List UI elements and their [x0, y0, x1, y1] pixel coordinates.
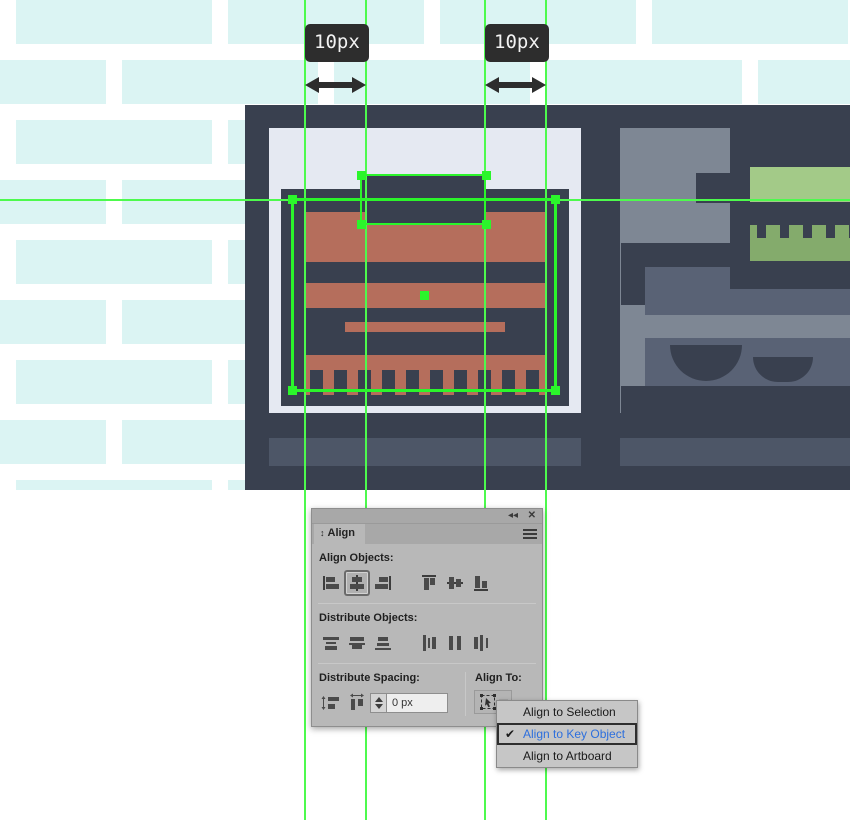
- spacing-value-input[interactable]: 0 px: [386, 693, 448, 713]
- vertical-distribute-spacing-icon: [321, 696, 339, 710]
- align-objects-buttons: [318, 570, 536, 596]
- menu-item-align-to-selection-label: Align to Selection: [523, 705, 616, 719]
- green-box-top: [750, 167, 850, 202]
- green-box-teeth: [750, 225, 850, 238]
- align-panel[interactable]: ◂◂ ✕ ↕ Align Align Objects: Distribute O…: [311, 508, 543, 727]
- distribute-spacing-label: Distribute Spacing:: [319, 672, 420, 684]
- horizontal-align-left-icon: [323, 576, 339, 590]
- brick: [0, 180, 106, 224]
- vertical-align-middle-icon: [447, 577, 463, 589]
- green-box-tooth: [826, 225, 835, 238]
- guide-vertical-4: [545, 0, 547, 820]
- selection-center-point: [420, 291, 429, 300]
- key-object-selection[interactable]: [360, 174, 486, 225]
- tab-align[interactable]: ↕ Align: [314, 524, 365, 544]
- horizontal-distribute-spacing-button[interactable]: [344, 690, 370, 716]
- horizontal-distribute-spacing-icon: [350, 693, 364, 710]
- brick: [16, 360, 212, 404]
- brick: [16, 480, 212, 490]
- brick: [0, 420, 106, 464]
- horizontal-distribute-right-button[interactable]: [468, 630, 494, 656]
- horizontal-distribute-center-icon: [449, 636, 461, 650]
- menu-item-align-to-artboard[interactable]: Align to Artboard: [497, 745, 637, 767]
- stepper-arrows-icon: [374, 697, 383, 709]
- key-object-handle-tr[interactable]: [482, 171, 491, 180]
- brick: [0, 60, 106, 104]
- selection-handle-tr[interactable]: [551, 195, 560, 204]
- selection-handle-bl[interactable]: [288, 386, 297, 395]
- menu-item-align-to-key-object-label: Align to Key Object: [523, 727, 626, 741]
- align-to-key-object-icon: [479, 694, 496, 710]
- section-divider-2: [318, 663, 536, 664]
- collapse-double-chevron-icon[interactable]: ◂◂: [508, 511, 518, 521]
- key-object-handle-br[interactable]: [482, 220, 491, 229]
- key-object-handle-bl[interactable]: [357, 220, 366, 229]
- section-divider-1: [318, 603, 536, 604]
- horizontal-distribute-left-button[interactable]: [416, 630, 442, 656]
- vertical-divider: [465, 672, 466, 716]
- stepper-updown-icon[interactable]: [370, 693, 386, 713]
- horizontal-distribute-right-icon: [474, 635, 488, 651]
- menu-item-align-to-selection[interactable]: Align to Selection: [497, 701, 637, 723]
- brick: [122, 60, 318, 104]
- distribute-objects-buttons: [318, 630, 536, 656]
- vertical-distribute-spacing-button[interactable]: [318, 690, 344, 716]
- menu-item-align-to-artboard-label: Align to Artboard: [523, 749, 612, 763]
- brick: [0, 300, 106, 344]
- selection-handle-tl[interactable]: [288, 195, 297, 204]
- close-icon[interactable]: ✕: [528, 511, 536, 521]
- double-arrow-icon-right: [485, 77, 546, 93]
- align-to-dropdown-menu[interactable]: Align to Selection ✔ Align to Key Object…: [496, 700, 638, 768]
- panel-menu-icon[interactable]: [523, 529, 537, 539]
- key-object-handle-tl[interactable]: [357, 171, 366, 180]
- green-box-tooth: [757, 225, 766, 238]
- panel-tab-bar[interactable]: ↕ Align: [312, 524, 542, 544]
- horizontal-align-left-button[interactable]: [318, 570, 344, 596]
- check-icon-1: ✔: [505, 727, 516, 741]
- vertical-align-bottom-icon: [474, 576, 488, 591]
- cabinet-shelf-mid-cut: [730, 267, 850, 289]
- tab-align-label: Align: [327, 527, 356, 539]
- guide-vertical-1: [304, 0, 306, 820]
- vertical-align-bottom-button[interactable]: [468, 570, 494, 596]
- brick: [16, 240, 212, 284]
- green-box-tooth: [803, 225, 812, 238]
- horizontal-align-right-icon: [375, 576, 391, 590]
- align-to-label: Align To:: [475, 672, 522, 684]
- vertical-distribute-top-button[interactable]: [318, 630, 344, 656]
- distribute-spacing-controls: 0 px: [318, 690, 457, 716]
- horizontal-distribute-left-icon: [423, 635, 436, 651]
- brick: [546, 60, 742, 104]
- vertical-distribute-bottom-button[interactable]: [370, 630, 396, 656]
- vertical-align-middle-button[interactable]: [442, 570, 468, 596]
- horizontal-distribute-center-button[interactable]: [442, 630, 468, 656]
- horizontal-align-center-button[interactable]: [344, 570, 370, 596]
- align-objects-label: Align Objects:: [319, 552, 394, 564]
- brick: [758, 60, 850, 104]
- vertical-distribute-center-button[interactable]: [344, 630, 370, 656]
- green-box-tooth: [780, 225, 789, 238]
- cabinet-plinth: [620, 438, 850, 466]
- double-arrow-icon-left: [305, 77, 366, 93]
- vertical-distribute-top-icon: [323, 637, 339, 650]
- selection-handle-br[interactable]: [551, 386, 560, 395]
- brick: [16, 0, 212, 44]
- panel-title-bar[interactable]: ◂◂ ✕: [312, 509, 542, 524]
- vertical-align-top-button[interactable]: [416, 570, 442, 596]
- measurement-left-label: 10px: [305, 24, 369, 62]
- brick: [16, 120, 212, 164]
- vertical-distribute-center-icon: [349, 637, 365, 649]
- vertical-distribute-bottom-icon: [375, 637, 391, 650]
- oven-plinth: [269, 438, 581, 466]
- vertical-align-top-icon: [422, 575, 436, 590]
- panel-expand-arrows-icon: ↕: [320, 528, 325, 538]
- measurement-right-label: 10px: [485, 24, 549, 62]
- cabinet-bottom-frame: [621, 386, 850, 413]
- panel-body: Align Objects: Distribute Objects: Distr…: [312, 544, 542, 726]
- menu-item-align-to-key-object[interactable]: ✔ Align to Key Object: [497, 723, 637, 745]
- brick: [652, 0, 848, 44]
- distribute-objects-label: Distribute Objects:: [319, 612, 418, 624]
- horizontal-align-right-button[interactable]: [370, 570, 396, 596]
- horizontal-align-center-icon: [350, 575, 364, 591]
